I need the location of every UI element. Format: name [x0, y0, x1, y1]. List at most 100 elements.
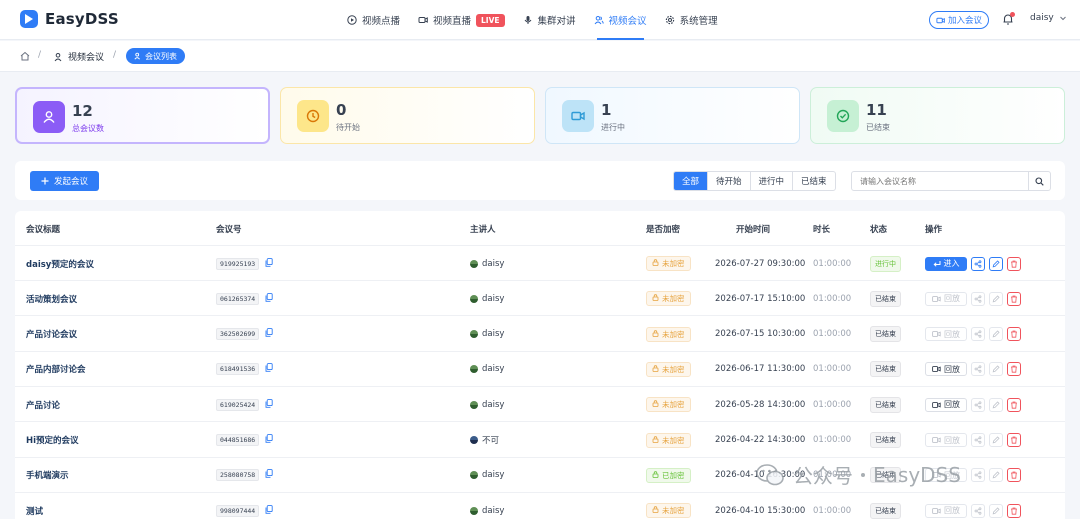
video-camera-icon — [932, 437, 941, 443]
meeting-toolbar: 发起会议 全部 待开始 进行中 已结束 — [15, 161, 1065, 200]
replay-button[interactable]: 回放 — [925, 291, 967, 306]
search-box — [851, 171, 1051, 191]
edit-button[interactable] — [989, 256, 1003, 271]
edit-button[interactable] — [989, 362, 1003, 377]
table-row[interactable]: 产品内部讨论会 618491536 daisy 未加密 2026-06-17 11:30… — [15, 352, 1065, 387]
copy-icon[interactable] — [265, 363, 273, 375]
stat-label: 总会议数 — [72, 124, 104, 133]
nav-item-settings[interactable]: 系统管理 — [656, 0, 727, 40]
delete-button[interactable] — [1007, 327, 1021, 342]
table-row[interactable]: Hi预定的会议 044851686 不可 未加密 2026-04-22 14:30:00… — [15, 423, 1065, 458]
replay-button[interactable]: 回放 — [925, 362, 967, 377]
delete-button[interactable] — [1007, 291, 1021, 306]
app-logo[interactable]: EasyDSS — [20, 10, 119, 28]
share-button[interactable] — [971, 503, 985, 518]
meeting-number: 919925193 — [216, 257, 260, 270]
edit-button[interactable] — [989, 433, 1003, 447]
share-button[interactable] — [971, 362, 985, 377]
copy-icon[interactable] — [265, 328, 273, 340]
edit-button[interactable] — [989, 468, 1003, 483]
filter-ended[interactable]: 已结束 — [793, 172, 835, 190]
column-header: 开始时间 — [736, 224, 771, 235]
table-row[interactable]: 测试 998097444 daisy 未加密 2026-04-10 15:30:00 01… — [15, 493, 1065, 519]
meeting-title[interactable]: 产品内部讨论会 — [26, 352, 86, 387]
host-cell: daisy — [470, 281, 504, 316]
copy-icon[interactable] — [265, 504, 273, 517]
nav-item-live[interactable]: 视频直播 LIVE — [409, 0, 514, 40]
trash-icon — [1011, 507, 1017, 515]
delete-button[interactable] — [1007, 468, 1021, 483]
table-row[interactable]: daisy预定的会议 919925193 daisy 未加密 2026-07-27 09… — [15, 246, 1065, 281]
encryption-label: 未加密 — [662, 294, 685, 304]
status-badge: 已结束 — [870, 361, 901, 378]
lock-icon — [652, 294, 659, 303]
share-icon — [974, 506, 982, 515]
video-camera-icon — [932, 366, 941, 373]
replay-button[interactable]: 回放 — [925, 503, 967, 518]
copy-icon[interactable] — [265, 469, 273, 481]
replay-button[interactable]: 回放 — [925, 327, 967, 342]
create-meeting-button[interactable]: 发起会议 — [30, 171, 99, 191]
meeting-title[interactable]: Hi预定的会议 — [26, 423, 79, 458]
edit-button[interactable] — [989, 327, 1003, 342]
breadcrumb-section[interactable]: 视频会议 — [54, 50, 104, 63]
stat-card-total[interactable]: 12 总会议数 — [15, 87, 270, 144]
replay-button[interactable]: 回放 — [925, 433, 967, 447]
meeting-title[interactable]: daisy预定的会议 — [26, 246, 94, 281]
edit-button[interactable] — [989, 291, 1003, 306]
share-button[interactable] — [971, 397, 985, 412]
start-time: 2026-07-27 09:30:00 — [715, 258, 806, 269]
replay-button[interactable]: 回放 — [925, 397, 967, 412]
nav-item-intercom[interactable]: 集群对讲 — [514, 0, 585, 40]
copy-icon[interactable] — [265, 398, 273, 411]
delete-button[interactable] — [1007, 397, 1021, 412]
share-icon — [974, 330, 982, 338]
filter-all[interactable]: 全部 — [674, 172, 709, 190]
copy-icon[interactable] — [265, 257, 273, 270]
share-button[interactable] — [971, 291, 985, 306]
copy-icon[interactable] — [265, 292, 273, 305]
user-menu[interactable]: daisy — [1030, 13, 1067, 23]
search-button[interactable] — [1028, 172, 1050, 190]
meeting-title[interactable]: 活动策划会议 — [26, 281, 77, 316]
meeting-title[interactable]: 产品讨论 — [26, 387, 60, 422]
nav-item-conference[interactable]: 视频会议 — [585, 0, 656, 40]
search-input[interactable] — [852, 172, 1029, 190]
share-button[interactable] — [971, 327, 985, 342]
breadcrumb-section-label: 视频会议 — [68, 53, 105, 63]
lock-icon — [652, 329, 659, 339]
filter-pending[interactable]: 待开始 — [708, 172, 751, 190]
watermark: 公众号 EasyDSS — [755, 460, 961, 489]
nav-item-vod[interactable]: 视频点播 — [338, 0, 409, 40]
stat-card-ongoing[interactable]: 1 进行中 — [545, 87, 800, 144]
meeting-title[interactable]: 手机端演示 — [26, 458, 69, 493]
stat-card-ended[interactable]: 11 已结束 — [810, 87, 1065, 144]
table-row[interactable]: 产品讨论 619025424 daisy 未加密 2026-05-28 14:30:00… — [15, 387, 1065, 423]
join-meeting-button[interactable]: 加入会议 — [929, 11, 989, 29]
edit-button[interactable] — [989, 503, 1003, 518]
status-badge: 已结束 — [870, 502, 901, 519]
table-row[interactable]: 产品讨论会议 362502699 daisy 未加密 2026-07-15 10:30:… — [15, 317, 1065, 352]
encryption-badge: 未加密 — [646, 291, 691, 307]
copy-icon[interactable] — [265, 434, 273, 446]
enter-button[interactable]: 进入 — [925, 256, 967, 271]
host-cell: 不可 — [470, 423, 499, 458]
filter-ongoing[interactable]: 进行中 — [751, 172, 794, 190]
delete-button[interactable] — [1007, 256, 1021, 271]
table-row[interactable]: 活动策划会议 061265374 daisy 未加密 2026-07-17 15:10:… — [15, 281, 1065, 317]
delete-button[interactable] — [1007, 362, 1021, 377]
start-time: 2026-04-10 15:30:00 — [715, 505, 806, 516]
stat-card-pending[interactable]: 0 待开始 — [280, 87, 535, 144]
home-icon[interactable] — [19, 50, 31, 62]
delete-button[interactable] — [1007, 503, 1021, 518]
video-camera-icon — [932, 331, 941, 337]
delete-button[interactable] — [1007, 433, 1021, 447]
share-button[interactable] — [971, 433, 985, 447]
edit-button[interactable] — [989, 397, 1003, 412]
edit-icon — [992, 330, 1000, 338]
meeting-title[interactable]: 产品讨论会议 — [26, 317, 77, 352]
meeting-title[interactable]: 测试 — [26, 493, 43, 519]
clock-icon — [297, 100, 329, 132]
share-button[interactable] — [971, 256, 985, 271]
share-button[interactable] — [971, 468, 985, 483]
